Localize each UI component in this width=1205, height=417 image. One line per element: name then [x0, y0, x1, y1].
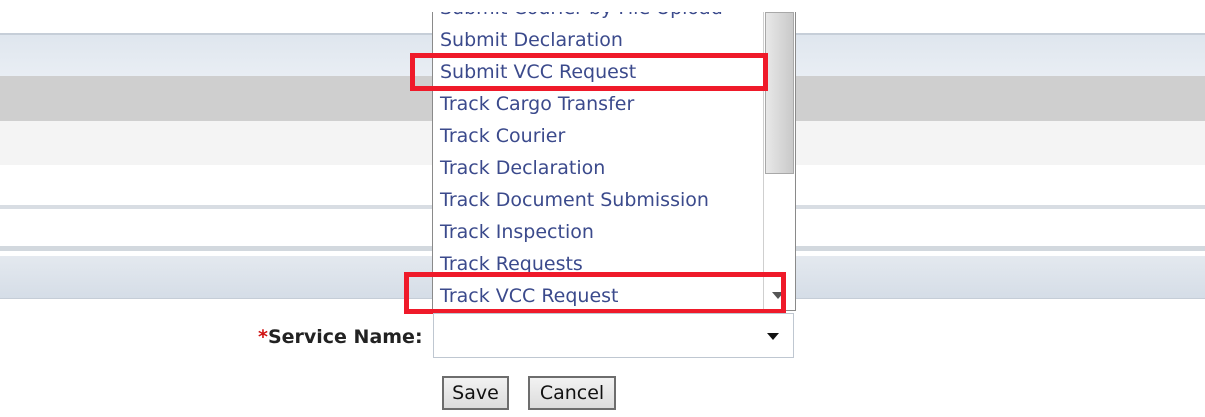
- service-name-select[interactable]: [433, 313, 794, 358]
- list-item[interactable]: Track Cargo Transfer: [433, 88, 763, 120]
- save-button[interactable]: Save: [442, 376, 509, 410]
- service-name-label: *Service Name:: [258, 326, 423, 348]
- list-item[interactable]: Track Document Submission: [433, 184, 763, 216]
- list-item[interactable]: Submit Courier by File Upload: [433, 12, 763, 24]
- list-item[interactable]: Submit Declaration: [433, 24, 763, 56]
- chevron-down-icon[interactable]: [767, 333, 779, 340]
- page-top-band: [0, 0, 1205, 12]
- list-item[interactable]: Track Inspection: [433, 216, 763, 248]
- highlight-track-vcc-request: [404, 272, 786, 314]
- list-item[interactable]: Track Courier: [433, 120, 763, 152]
- cancel-button[interactable]: Cancel: [528, 376, 616, 410]
- service-name-label-text: Service Name:: [267, 326, 423, 348]
- list-item[interactable]: Track Declaration: [433, 152, 763, 184]
- required-marker: *: [258, 326, 268, 348]
- highlight-submit-vcc-request: [410, 53, 768, 91]
- scrollbar-thumb[interactable]: [765, 12, 794, 174]
